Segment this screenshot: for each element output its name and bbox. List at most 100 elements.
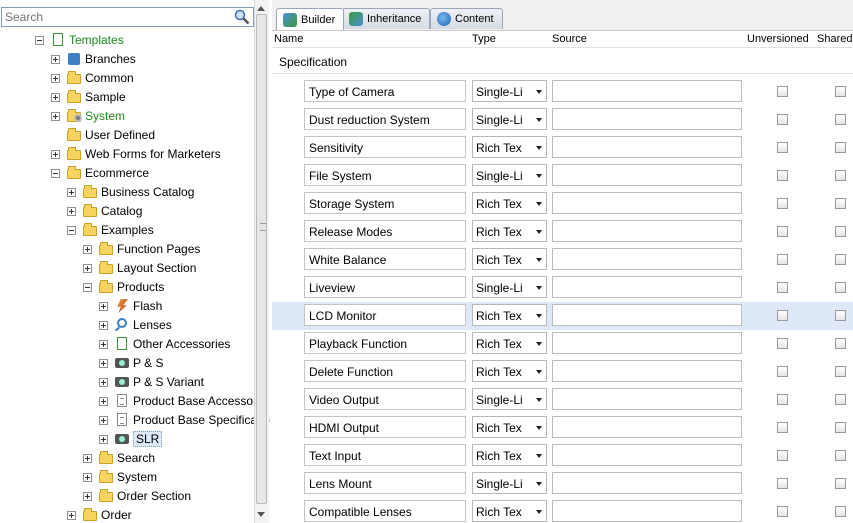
field-source-input[interactable] [552,276,742,298]
chevron-down-icon[interactable] [536,146,542,150]
unversioned-checkbox[interactable] [777,422,788,433]
field-row[interactable]: Storage System Rich Tex [272,190,853,218]
field-type-select[interactable]: Single-Li [472,276,547,298]
expand-icon[interactable] [99,434,108,444]
tree-node[interactable]: Catalog [67,202,142,220]
search-box[interactable] [1,7,254,27]
field-name-input[interactable]: HDMI Output [304,416,466,438]
field-row[interactable]: Release Modes Rich Tex [272,218,853,246]
scrollbar-thumb[interactable] [256,14,267,504]
tree-node[interactable]: Order Section [83,487,191,505]
expand-icon[interactable] [67,510,76,520]
shared-checkbox[interactable] [835,478,846,489]
chevron-down-icon[interactable] [536,398,542,402]
unversioned-checkbox[interactable] [777,86,788,97]
shared-checkbox[interactable] [835,310,846,321]
unversioned-checkbox[interactable] [777,506,788,517]
expand-icon[interactable] [67,187,76,197]
shared-checkbox[interactable] [835,114,846,125]
chevron-down-icon[interactable] [536,174,542,178]
field-type-select[interactable]: Rich Tex [472,444,547,466]
chevron-down-icon[interactable] [536,370,542,374]
field-source-input[interactable] [552,136,742,158]
field-source-input[interactable] [552,164,742,186]
field-row[interactable]: Sensitivity Rich Tex [272,134,853,162]
expand-icon[interactable] [51,111,60,121]
tree-node[interactable]: Flash [99,297,162,315]
field-type-select[interactable]: Rich Tex [472,416,547,438]
unversioned-checkbox[interactable] [777,394,788,405]
shared-checkbox[interactable] [835,450,846,461]
chevron-down-icon[interactable] [536,202,542,206]
field-name-input[interactable]: Sensitivity [304,136,466,158]
unversioned-checkbox[interactable] [777,226,788,237]
collapse-icon[interactable] [83,282,92,292]
shared-checkbox[interactable] [835,170,846,181]
field-row[interactable]: Text Input Rich Tex [272,442,853,470]
expand-icon[interactable] [99,377,108,387]
unversioned-checkbox[interactable] [777,142,788,153]
tree-node[interactable]: Templates [35,31,124,49]
field-type-select[interactable]: Rich Tex [472,360,547,382]
chevron-down-icon[interactable] [536,258,542,262]
shared-checkbox[interactable] [835,226,846,237]
field-row[interactable]: Dust reduction System Single-Li [272,106,853,134]
unversioned-checkbox[interactable] [777,282,788,293]
field-source-input[interactable] [552,108,742,130]
field-row[interactable]: Type of Camera Single-Li [272,78,853,106]
field-source-input[interactable] [552,332,742,354]
field-row[interactable]: Video Output Single-Li [272,386,853,414]
tree-node[interactable]: Order [67,506,132,523]
tree-node[interactable]: Common [51,69,134,87]
expand-icon[interactable] [83,491,92,501]
shared-checkbox[interactable] [835,366,846,377]
field-row[interactable]: Lens Mount Single-Li [272,470,853,498]
field-type-select[interactable]: Rich Tex [472,248,547,270]
field-type-select[interactable]: Single-Li [472,164,547,186]
field-name-input[interactable]: White Balance [304,248,466,270]
tree-node[interactable]: Branches [51,50,136,68]
section-row[interactable]: Specification [272,50,853,74]
field-source-input[interactable] [552,248,742,270]
field-name-input[interactable]: Dust reduction System [304,108,466,130]
tree-node[interactable]: Ecommerce [51,164,149,182]
field-type-select[interactable]: Rich Tex [472,304,547,326]
chevron-down-icon[interactable] [536,482,542,486]
chevron-down-icon[interactable] [536,426,542,430]
shared-checkbox[interactable] [835,142,846,153]
field-type-select[interactable]: Single-Li [472,108,547,130]
tree-node[interactable]: Layout Section [83,259,196,277]
field-name-input[interactable]: Playback Function [304,332,466,354]
collapse-icon[interactable] [51,168,60,178]
field-name-input[interactable]: LCD Monitor [304,304,466,326]
chevron-down-icon[interactable] [536,314,542,318]
tree-node[interactable]: P & S Variant [99,373,204,391]
expand-icon[interactable] [51,73,60,83]
collapse-icon[interactable] [35,35,44,45]
shared-checkbox[interactable] [835,86,846,97]
field-name-input[interactable]: Release Modes [304,220,466,242]
expand-icon[interactable] [51,92,60,102]
tree-node[interactable]: Other Accessories [99,335,230,353]
field-name-input[interactable]: Compatible Lenses [304,500,466,522]
field-row[interactable]: Playback Function Rich Tex [272,330,853,358]
unversioned-checkbox[interactable] [777,170,788,181]
tab-content[interactable]: Content [430,8,503,29]
tree-node[interactable]: System [83,468,157,486]
expand-icon[interactable] [67,206,76,216]
expand-icon[interactable] [83,472,92,482]
tree-node[interactable]: Product Base Specificatio [99,411,270,429]
unversioned-checkbox[interactable] [777,198,788,209]
expand-icon[interactable] [99,301,108,311]
chevron-down-icon[interactable] [536,286,542,290]
field-type-select[interactable]: Rich Tex [472,136,547,158]
field-row[interactable]: Delete Function Rich Tex [272,358,853,386]
field-type-select[interactable]: Single-Li [472,472,547,494]
field-source-input[interactable] [552,472,742,494]
field-row[interactable]: Compatible Lenses Rich Tex [272,498,853,523]
expand-icon[interactable] [99,415,108,425]
shared-checkbox[interactable] [835,422,846,433]
field-name-input[interactable]: Lens Mount [304,472,466,494]
scroll-down-icon[interactable] [257,512,265,517]
expand-icon[interactable] [51,149,60,159]
